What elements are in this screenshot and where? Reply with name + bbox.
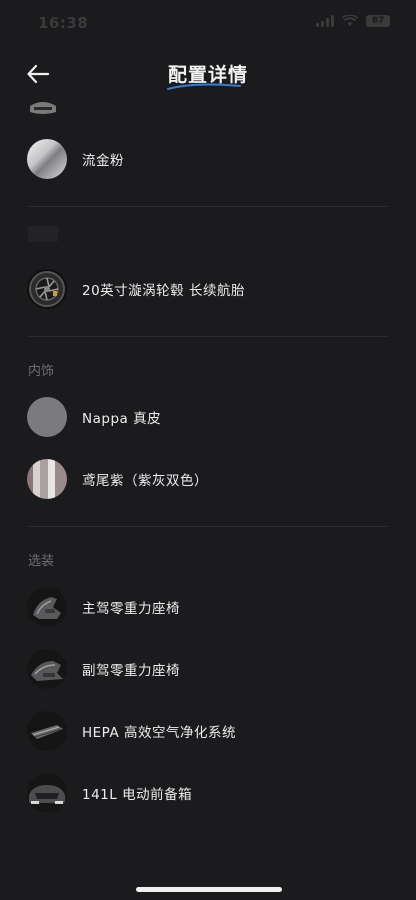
list-item-label: 20英寸漩涡轮毂 长续航胎 bbox=[82, 283, 245, 299]
list-item-label: 141L 电动前备箱 bbox=[82, 787, 193, 803]
list-item-option-passenger-seat: 副驾零重力座椅 bbox=[0, 644, 416, 694]
title-swoosh-decoration bbox=[167, 83, 241, 90]
list-item-label: Nappa 真皮 bbox=[82, 411, 162, 427]
list-item-label: 副驾零重力座椅 bbox=[82, 663, 180, 679]
home-indicator[interactable] bbox=[136, 887, 282, 892]
wheel-icon bbox=[27, 269, 67, 309]
list-item-label: 主驾零重力座椅 bbox=[82, 601, 180, 617]
list-item-option-frunk: 141L 电动前备箱 bbox=[0, 768, 416, 818]
silver-gradient-swatch-icon bbox=[27, 139, 67, 179]
signal-icon bbox=[316, 15, 334, 27]
list-item-label: 流金粉 bbox=[82, 153, 124, 169]
seat-icon bbox=[27, 587, 67, 627]
status-time: 16:38 bbox=[38, 14, 89, 32]
divider bbox=[28, 336, 388, 337]
section-label-interior: 内饰 bbox=[28, 364, 55, 379]
list-item-label: 鸢尾紫（紫灰双色） bbox=[82, 473, 208, 489]
divider bbox=[28, 526, 388, 527]
status-bar: 16:38 87 bbox=[0, 0, 416, 48]
battery-level: 87 bbox=[371, 16, 385, 26]
list-item-option-driver-seat: 主驾零重力座椅 bbox=[0, 582, 416, 632]
section-label-wheels bbox=[28, 226, 58, 242]
list-item-exterior-color: 流金粉 bbox=[0, 134, 416, 184]
seat-icon bbox=[27, 649, 67, 689]
leather-gray-swatch-icon bbox=[27, 397, 67, 437]
config-detail-screen: 16:38 87 配置详情 流金粉 20英寸漩涡轮毂 长续航胎 内饰 Nappa… bbox=[0, 0, 416, 900]
filter-icon bbox=[27, 711, 67, 751]
list-item-interior-color: 鸢尾紫（紫灰双色） bbox=[0, 454, 416, 504]
list-item-wheels: 20英寸漩涡轮毂 长续航胎 bbox=[0, 264, 416, 314]
list-item-interior-leather: Nappa 真皮 bbox=[0, 392, 416, 442]
list-item-label: HEPA 高效空气净化系统 bbox=[82, 725, 236, 741]
list-item-option-hepa: HEPA 高效空气净化系统 bbox=[0, 706, 416, 756]
wifi-icon bbox=[342, 15, 358, 26]
divider bbox=[28, 206, 388, 207]
section-label-options: 选装 bbox=[28, 554, 55, 569]
nav-bar: 配置详情 bbox=[0, 48, 416, 100]
two-tone-stripe-swatch-icon bbox=[27, 459, 67, 499]
status-icons: 87 bbox=[316, 15, 390, 27]
partial-thumbnail bbox=[28, 100, 58, 116]
battery-icon: 87 bbox=[366, 15, 390, 27]
frunk-icon bbox=[27, 773, 67, 813]
